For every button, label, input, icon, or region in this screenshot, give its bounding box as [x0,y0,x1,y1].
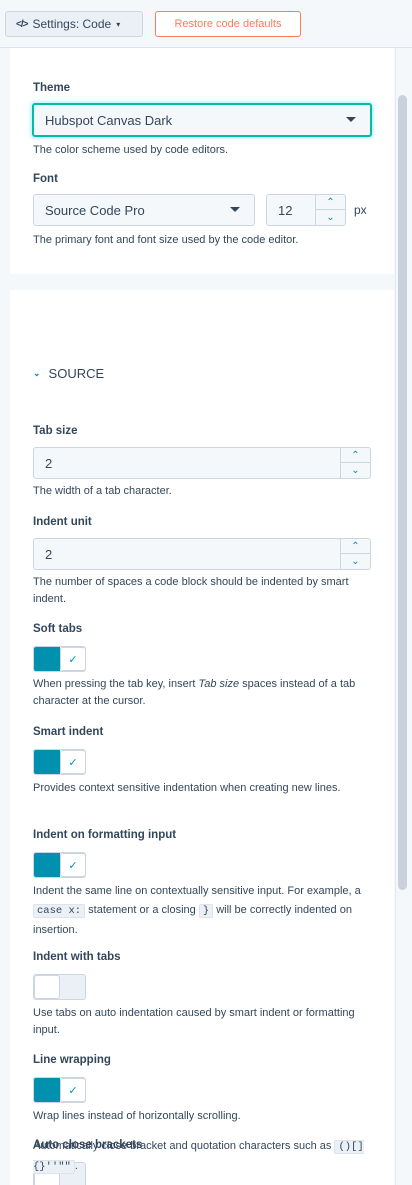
indent-unit-stepper: ⌃ ⌄ [340,539,370,569]
tab-size-stepper: ⌃ ⌄ [340,448,370,478]
increment-icon[interactable]: ⌃ [316,195,345,210]
general-settings-card: Theme Hubspot Canvas Dark The color sche… [10,48,394,274]
help-text: Indent the same line on contextually sen… [33,885,361,897]
tab-size-input[interactable]: 2 ⌃ ⌄ [33,447,371,479]
theme-help: The color scheme used by code editors. [33,144,229,156]
font-select[interactable]: Source Code Pro [33,194,255,226]
font-size-value: 12 [278,202,293,218]
soft-tabs-label: Soft tabs [33,623,83,635]
indent-formatting-help: Indent the same line on contextually sen… [33,882,378,940]
tab-size-value: 2 [45,455,53,471]
toggle-fill [34,1078,60,1102]
toggle-knob [34,975,60,999]
help-text: When pressing the tab key, insert [33,678,199,690]
help-text: . [74,1160,78,1172]
top-toolbar: </> Settings: Code ▾ Restore code defaul… [0,0,412,48]
indent-unit-label: Indent unit [33,516,92,528]
toggle-fill [34,750,60,774]
settings-panel: Theme Hubspot Canvas Dark The color sche… [0,48,394,1185]
indent-tabs-toggle[interactable] [33,974,86,1000]
increment-icon[interactable]: ⌃ [341,539,370,554]
indent-formatting-label: Indent on formatting input [33,829,177,841]
code-icon: </> [16,18,29,30]
font-size-stepper: ⌃ ⌄ [315,195,345,225]
settings-menu-dropdown[interactable]: </> Settings: Code ▾ [5,11,143,37]
toggle-fill [34,853,60,877]
help-text: Automatically close bracket and quotatio… [33,1140,335,1152]
line-wrapping-toggle[interactable]: ✓ [33,1077,86,1103]
source-settings-card: ⌄ SOURCE Tab size 2 ⌃ ⌄ The width of a t… [10,290,394,1185]
indent-unit-value: 2 [45,546,53,562]
line-wrapping-label: Line wrapping [33,1054,111,1066]
source-section-toggle[interactable]: ⌄ SOURCE [33,366,104,381]
indent-formatting-toggle[interactable]: ✓ [33,852,86,878]
indent-tabs-help: Use tabs on auto indentation caused by s… [33,1007,355,1036]
increment-icon[interactable]: ⌃ [341,448,370,463]
scrollbar-thumb[interactable] [398,95,407,890]
smart-indent-label: Smart indent [33,726,104,738]
decrement-icon[interactable]: ⌄ [341,554,370,569]
restore-code-defaults-button[interactable]: Restore code defaults [155,11,301,37]
font-size-unit: px [354,203,367,217]
check-icon: ✓ [60,750,86,774]
caret-down-icon: ▾ [116,19,121,29]
help-emphasis: Tab size [198,678,240,690]
check-icon: ✓ [60,1078,86,1102]
inline-code: } [198,904,214,918]
font-help: The primary font and font size used by t… [33,234,299,246]
font-select-value: Source Code Pro [45,202,145,218]
toggle-fill [34,647,60,671]
soft-tabs-help: When pressing the tab key, insert Tab si… [33,676,378,710]
help-text: statement or a closing [85,904,199,916]
theme-select-value: Hubspot Canvas Dark [45,112,173,128]
check-icon: ✓ [60,853,86,877]
tab-size-label: Tab size [33,425,78,437]
tab-size-help: The width of a tab character. [33,485,172,497]
theme-select[interactable]: Hubspot Canvas Dark [32,103,372,137]
chevron-down-icon: ⌄ [33,368,41,378]
indent-unit-input[interactable]: 2 ⌃ ⌄ [33,538,371,570]
soft-tabs-toggle[interactable]: ✓ [33,646,86,672]
theme-label: Theme [33,82,71,94]
decrement-icon[interactable]: ⌄ [316,210,345,225]
smart-indent-toggle[interactable]: ✓ [33,749,86,775]
indent-tabs-label: Indent with tabs [33,951,121,963]
source-section-title: SOURCE [48,366,105,381]
decrement-icon[interactable]: ⌄ [341,463,370,478]
font-label: Font [33,173,58,185]
dropdown-arrow-icon [346,117,356,122]
settings-menu-label: Settings: Code [32,17,112,31]
check-icon: ✓ [60,647,86,671]
dropdown-arrow-icon [230,207,240,212]
font-size-input[interactable]: 12 ⌃ ⌄ [266,194,346,226]
smart-indent-help: Provides context sensitive indentation w… [33,782,341,794]
inline-code: case x: [33,904,86,918]
line-wrapping-help: Wrap lines instead of horizontally scrol… [33,1110,241,1122]
auto-close-help: Automatically close bracket and quotatio… [33,1137,378,1177]
indent-unit-help: The number of spaces a code block should… [33,576,349,605]
